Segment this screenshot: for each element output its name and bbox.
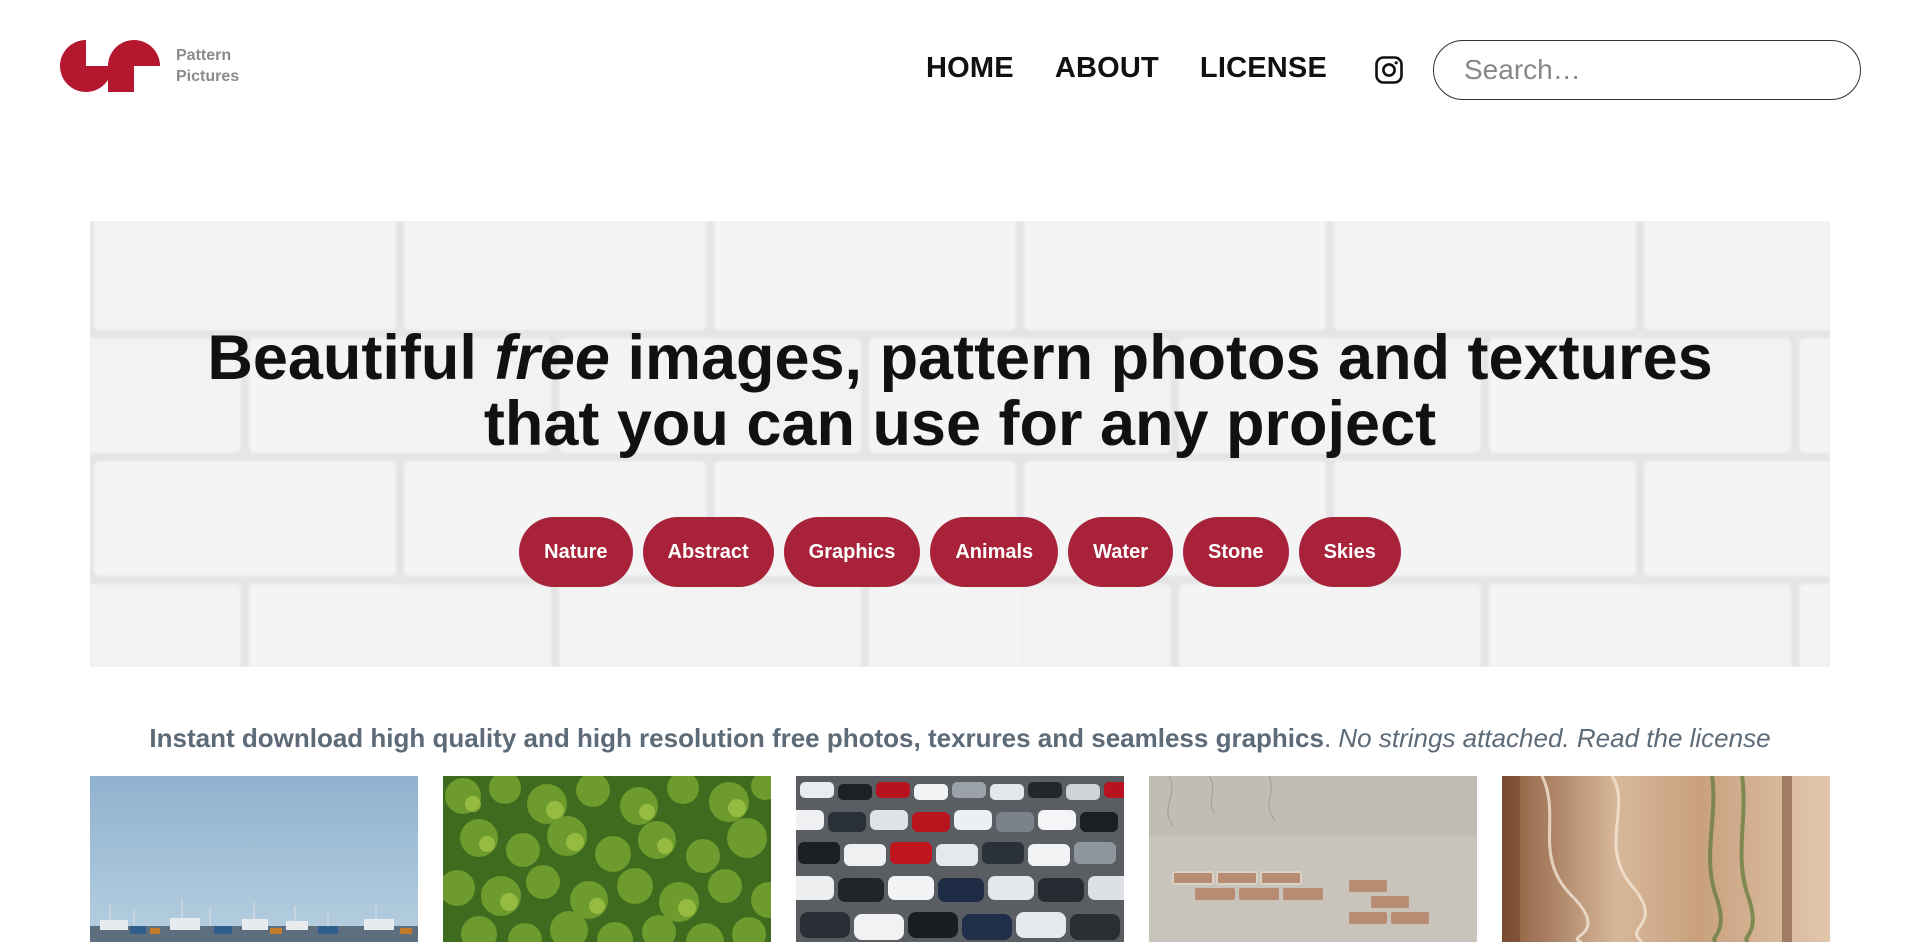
- tag-graphics[interactable]: Graphics: [783, 517, 921, 587]
- tag-water[interactable]: Water: [1068, 517, 1173, 587]
- hero-title-line2: that you can use for any project: [483, 389, 1437, 459]
- tagline-separator: .: [1323, 723, 1339, 753]
- nav-about-link[interactable]: ABOUT: [1055, 52, 1159, 85]
- nav-license-link[interactable]: LICENSE: [1200, 52, 1327, 85]
- tagline: Instant download high quality and high r…: [0, 723, 1920, 754]
- site-logo[interactable]: Pattern Pictures: [60, 40, 239, 92]
- tag-stone[interactable]: Stone: [1183, 517, 1289, 587]
- tag-abstract[interactable]: Abstract: [642, 517, 774, 587]
- thumbnail-old-brick-wall[interactable]: [1149, 776, 1477, 942]
- thumbnail-aerial-sand[interactable]: [1502, 776, 1830, 942]
- logo-text: Pattern Pictures: [176, 45, 239, 87]
- logo-line-1: Pattern: [176, 47, 232, 64]
- parking-lot-image: [796, 776, 1124, 942]
- green-ivy-image: [443, 776, 771, 942]
- tagline-emphasis: No strings attached.: [1338, 723, 1577, 753]
- site-header: Pattern Pictures HOME ABOUT LICENSE: [0, 0, 1920, 140]
- read-license-link[interactable]: Read the license: [1577, 723, 1771, 753]
- thumbnail-grid: [90, 776, 1830, 942]
- thumbnail-harbor-boats[interactable]: [90, 776, 418, 942]
- thumbnail-green-ivy[interactable]: [443, 776, 771, 942]
- tag-skies[interactable]: Skies: [1298, 517, 1401, 587]
- tag-animals[interactable]: Animals: [930, 517, 1059, 587]
- thumbnail-parking-lot[interactable]: [796, 776, 1124, 942]
- search-input[interactable]: [1433, 40, 1861, 100]
- hero-title-emphasis: free: [494, 323, 610, 393]
- nav-home-link[interactable]: HOME: [926, 52, 1014, 85]
- hero-title-part2: images, pattern photos and textures: [609, 323, 1713, 393]
- category-tags: Nature Abstract Graphics Animals Water S…: [90, 517, 1830, 587]
- old-brick-wall-image: [1149, 776, 1477, 942]
- logo-mark-icon: [60, 40, 160, 92]
- harbor-boats-image: [90, 776, 418, 942]
- tag-nature[interactable]: Nature: [519, 517, 633, 587]
- logo-line-2: Pictures: [176, 68, 240, 85]
- hero-title: Beautiful free images, pattern photos an…: [90, 325, 1830, 457]
- hero-title-part1: Beautiful: [207, 323, 495, 393]
- main-nav: HOME ABOUT LICENSE: [926, 52, 1368, 85]
- aerial-sand-image: [1502, 776, 1830, 942]
- hero-banner: Beautiful free images, pattern photos an…: [90, 221, 1830, 667]
- instagram-icon[interactable]: [1374, 55, 1404, 85]
- tagline-strong: Instant download high quality and high r…: [149, 723, 1324, 753]
